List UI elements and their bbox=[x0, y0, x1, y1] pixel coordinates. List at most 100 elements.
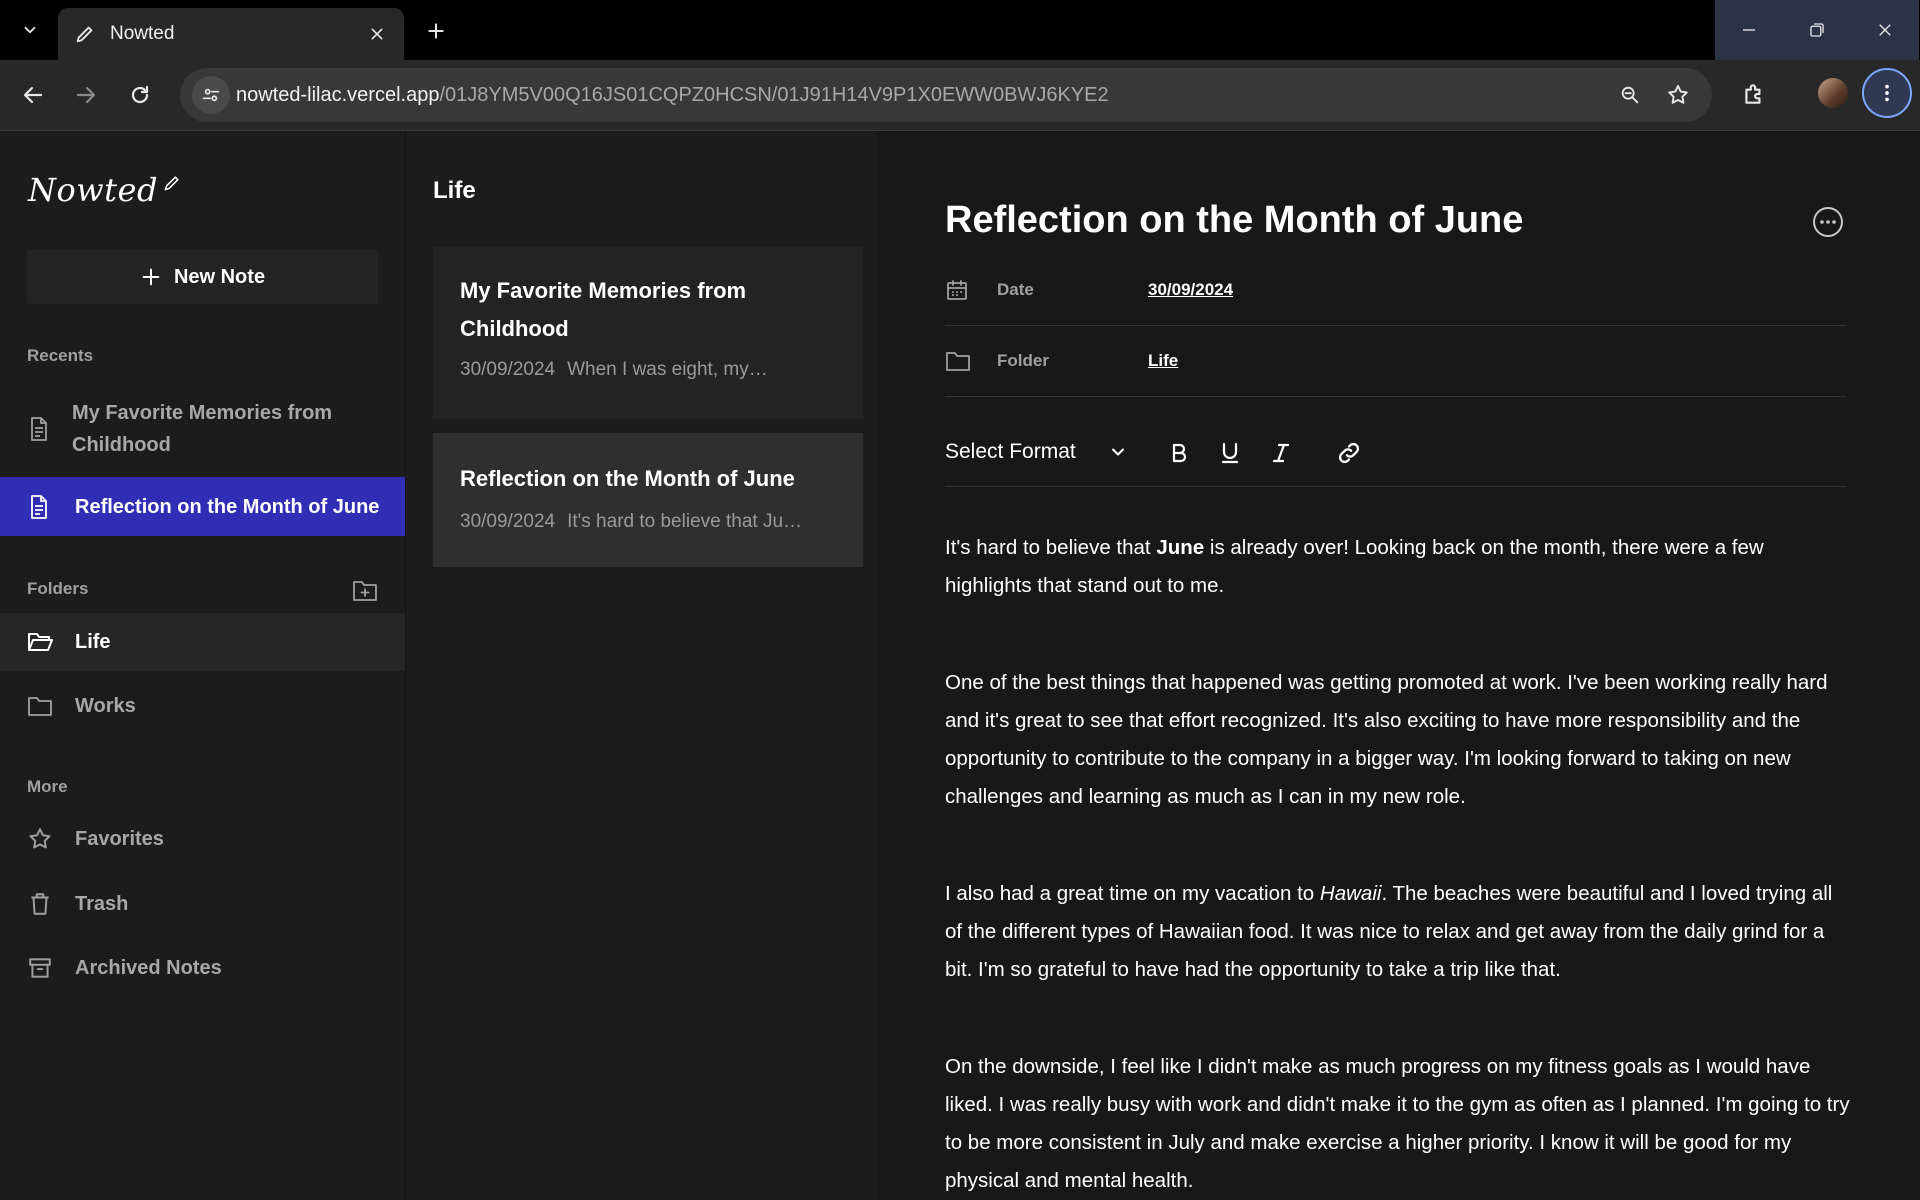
address-bar[interactable]: nowted-lilac.vercel.app/01J8YM5V00Q16JS0… bbox=[180, 68, 1712, 122]
folder-item-label: Works bbox=[75, 695, 136, 717]
browser-tab[interactable]: Nowted bbox=[58, 8, 404, 60]
tab-title: Nowted bbox=[110, 23, 175, 44]
text-run: On the downside, I feel like I didn't ma… bbox=[945, 1055, 1850, 1192]
pen-icon bbox=[162, 173, 182, 193]
folders-heading: Folders bbox=[27, 579, 89, 598]
new-note-button[interactable]: New Note bbox=[27, 250, 378, 304]
note-card[interactable]: My Favorite Memories from Childhood 30/0… bbox=[433, 247, 863, 419]
app-logo[interactable]: Nowted bbox=[28, 171, 182, 209]
reload-icon[interactable] bbox=[119, 74, 161, 116]
forward-arrow-icon[interactable] bbox=[65, 74, 107, 116]
folder-icon bbox=[27, 694, 53, 718]
format-select-label: Select Format bbox=[945, 440, 1076, 463]
note-card-preview: It's hard to believe that Ju… bbox=[567, 511, 803, 532]
recent-item-active[interactable]: Reflection on the Month of June bbox=[0, 477, 405, 536]
star-icon bbox=[27, 826, 53, 852]
note-card-preview: When I was eight, my… bbox=[567, 359, 768, 380]
note-card-meta: 30/09/2024 It's hard to believe that Ju… bbox=[460, 508, 836, 536]
logo-text: Nowted bbox=[28, 171, 158, 209]
add-folder-icon[interactable] bbox=[350, 575, 380, 605]
back-arrow-icon[interactable] bbox=[12, 74, 54, 116]
sidebar-item-label: Archived Notes bbox=[75, 957, 222, 979]
text-run: It's hard to believe that bbox=[945, 536, 1157, 559]
document-icon bbox=[27, 416, 51, 442]
archive-icon bbox=[27, 955, 53, 981]
italic-icon bbox=[1272, 443, 1290, 463]
underline-icon bbox=[1221, 442, 1239, 464]
format-select[interactable]: Select Format bbox=[945, 432, 1128, 472]
text-run: One of the best things that happened was… bbox=[945, 671, 1828, 808]
bookmark-star-icon[interactable] bbox=[1663, 80, 1693, 110]
sidebar-item-trash[interactable]: Trash bbox=[0, 875, 405, 933]
underline-button[interactable] bbox=[1213, 436, 1247, 470]
folder-title: Life bbox=[433, 177, 476, 204]
sidebar-item-label: Trash bbox=[75, 893, 129, 915]
folder-open-icon bbox=[27, 630, 53, 654]
note-card-date: 30/09/2024 bbox=[460, 511, 556, 532]
plus-icon bbox=[140, 266, 162, 288]
recent-item-label: Reflection on the Month of June bbox=[75, 495, 380, 518]
folder-item-life[interactable]: Life bbox=[0, 613, 405, 671]
folder-value[interactable]: Life bbox=[1148, 351, 1178, 371]
folder-label: Folder bbox=[997, 351, 1049, 370]
new-note-label: New Note bbox=[173, 265, 266, 288]
bold-icon bbox=[1172, 443, 1187, 463]
bold-button[interactable] bbox=[1162, 436, 1196, 470]
more-options-icon[interactable] bbox=[1812, 206, 1844, 238]
note-paragraph: On the downside, I feel like I didn't ma… bbox=[945, 1048, 1850, 1200]
date-label: Date bbox=[997, 280, 1034, 299]
link-icon bbox=[1338, 442, 1360, 464]
note-paragraph: It's hard to believe that June is alread… bbox=[945, 529, 1850, 605]
note-card-title: My Favorite Memories from Childhood bbox=[460, 278, 747, 341]
text-run: I also had a great time on my vacation t… bbox=[945, 882, 1320, 905]
profile-avatar[interactable] bbox=[1818, 78, 1848, 108]
recents-heading: Recents bbox=[27, 346, 94, 365]
folder-icon bbox=[945, 349, 971, 373]
note-card-date: 30/09/2024 bbox=[460, 359, 556, 380]
chevron-down-icon bbox=[1108, 442, 1128, 462]
note-card-meta: 30/09/2024 When I was eight, my… bbox=[460, 356, 836, 384]
sidebar: Nowted New Note Recents My Favorite Memo… bbox=[0, 131, 405, 1200]
url-text[interactable]: nowted-lilac.vercel.app/01J8YM5V00Q16JS0… bbox=[236, 68, 1109, 122]
browser-tab-strip: Nowted bbox=[0, 0, 1920, 60]
sidebar-item-favorites[interactable]: Favorites bbox=[0, 810, 405, 868]
note-list-panel: Life My Favorite Memories from Childhood… bbox=[405, 131, 878, 1200]
folder-item-works[interactable]: Works bbox=[0, 677, 405, 735]
pencil-favicon-icon bbox=[72, 21, 98, 47]
extensions-puzzle-icon[interactable] bbox=[1736, 76, 1772, 112]
italic-button[interactable] bbox=[1264, 436, 1298, 470]
link-button[interactable] bbox=[1332, 436, 1366, 470]
site-info-icon[interactable] bbox=[192, 76, 230, 114]
url-path: /01J8YM5V00Q16JS01CQPZ0HCSN/01J91H14V9P1… bbox=[439, 84, 1109, 106]
note-card-selected[interactable]: Reflection on the Month of June 30/09/20… bbox=[433, 433, 863, 567]
note-card-title: Reflection on the Month of June bbox=[460, 466, 795, 491]
folder-item-label: Life bbox=[75, 631, 111, 653]
zoom-icon[interactable] bbox=[1615, 80, 1645, 110]
note-title[interactable]: Reflection on the Month of June bbox=[945, 199, 1523, 242]
italic-text-run: Hawaii bbox=[1319, 882, 1382, 905]
browser-toolbar: nowted-lilac.vercel.app/01J8YM5V00Q16JS0… bbox=[0, 60, 1920, 131]
trash-icon bbox=[27, 891, 53, 917]
note-paragraph: I also had a great time on my vacation t… bbox=[945, 875, 1850, 989]
note-editor: Reflection on the Month of June Date 30/… bbox=[877, 131, 1920, 1200]
window-restore-icon[interactable] bbox=[1783, 0, 1851, 60]
sidebar-item-label: Favorites bbox=[75, 828, 164, 850]
date-value[interactable]: 30/09/2024 bbox=[1148, 280, 1233, 300]
folder-row: Folder Life bbox=[945, 326, 1846, 397]
tab-close-icon[interactable] bbox=[362, 19, 392, 49]
bold-text-run: June bbox=[1156, 536, 1205, 559]
recent-item[interactable]: My Favorite Memories from Childhood bbox=[0, 386, 405, 472]
new-tab-icon[interactable] bbox=[418, 13, 454, 49]
browser-menu-icon[interactable] bbox=[1862, 68, 1912, 118]
note-body[interactable]: It's hard to believe that June is alread… bbox=[945, 529, 1850, 1200]
tab-search-dropdown-icon[interactable] bbox=[10, 12, 50, 48]
note-paragraph: One of the best things that happened was… bbox=[945, 664, 1850, 816]
format-toolbar: Select Format bbox=[945, 422, 1846, 487]
recent-item-label: My Favorite Memories from Childhood bbox=[72, 402, 333, 456]
sidebar-item-archived-notes[interactable]: Archived Notes bbox=[0, 939, 405, 997]
window-minimize-icon[interactable] bbox=[1715, 0, 1783, 60]
window-close-icon[interactable] bbox=[1851, 0, 1919, 60]
url-host: nowted-lilac.vercel.app bbox=[236, 84, 440, 106]
date-row: Date 30/09/2024 bbox=[945, 255, 1846, 326]
calendar-icon bbox=[945, 278, 971, 302]
